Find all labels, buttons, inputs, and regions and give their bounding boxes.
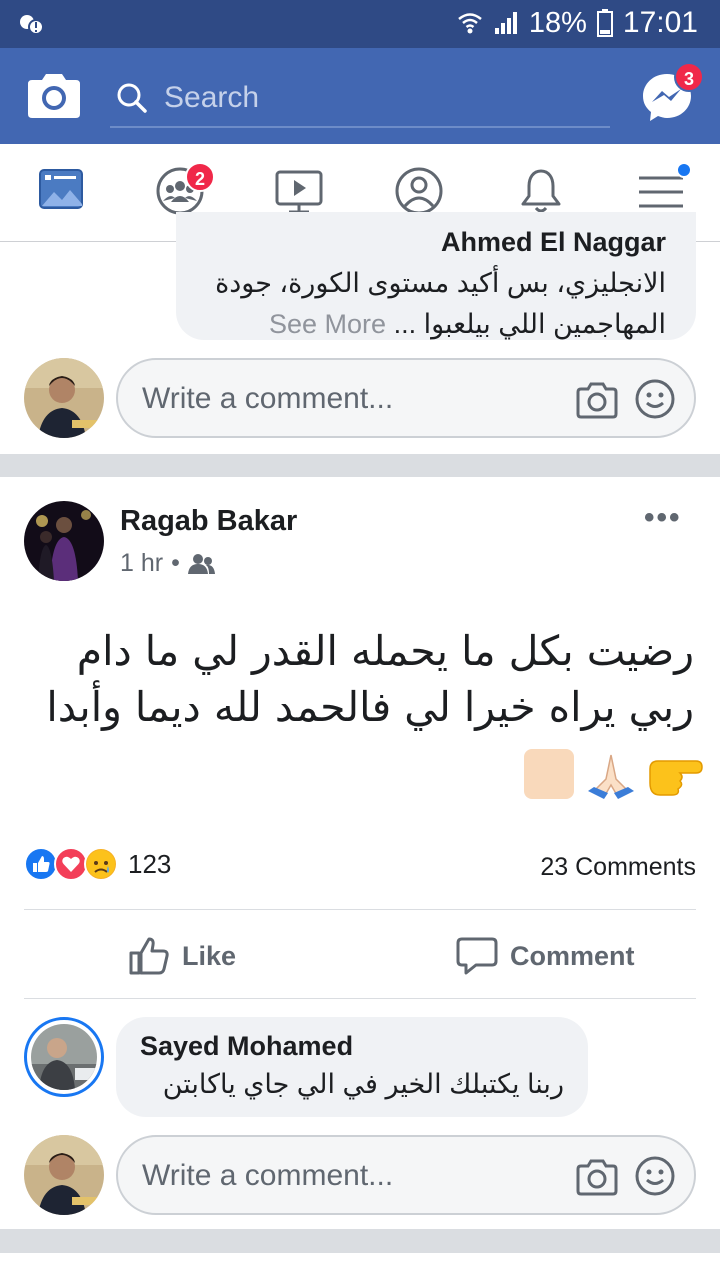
emoji-icon[interactable] xyxy=(634,378,676,420)
like-label: Like xyxy=(182,940,237,971)
commenter-name[interactable]: Sayed Mohamed xyxy=(140,1031,353,1062)
reaction-count: 123 xyxy=(128,848,172,879)
comment-text: ربنا يكتبلك الخير في الي جاي ياكابتن xyxy=(162,1069,564,1099)
like-icon xyxy=(129,937,169,975)
see-more-link[interactable]: See More xyxy=(269,309,386,339)
comment-button[interactable]: Comment xyxy=(456,935,635,977)
status-bar: 18% 17:01 xyxy=(0,0,720,48)
news-feed-icon xyxy=(39,169,83,209)
friends-icon xyxy=(187,553,215,574)
comment-input[interactable]: Write a comment... xyxy=(116,1135,696,1215)
comment-bubble[interactable]: Sayed Mohamed ربنا يكتبلك الخير في الي ج… xyxy=(116,1017,588,1117)
camera-icon xyxy=(28,74,80,118)
meta-dot: • xyxy=(171,549,180,577)
next-post xyxy=(0,1253,720,1280)
bell-icon xyxy=(521,169,561,213)
emoji-icon[interactable] xyxy=(634,1155,676,1197)
post-time[interactable]: 1 hr xyxy=(120,549,163,578)
camera-button[interactable] xyxy=(26,70,82,120)
groups-badge: 2 xyxy=(185,162,215,192)
comment-icon xyxy=(456,937,498,975)
top-bar: 3 xyxy=(0,48,720,144)
signal-icon xyxy=(494,12,517,34)
divider xyxy=(24,998,696,999)
battery-percent: 18% xyxy=(528,6,587,39)
write-comment-row: Write a comment... xyxy=(0,356,720,440)
write-comment-row: Write a comment... xyxy=(0,1133,720,1217)
comment-placeholder: Write a comment... xyxy=(142,382,394,415)
post-options-button[interactable]: ••• xyxy=(644,501,682,535)
clock: 17:01 xyxy=(622,6,698,39)
comment-placeholder: Write a comment... xyxy=(142,1159,394,1192)
divider xyxy=(24,909,696,910)
reactions-summary[interactable]: 123 xyxy=(24,847,171,881)
comment-input[interactable]: Write a comment... xyxy=(116,358,696,438)
camera-icon[interactable] xyxy=(576,1157,618,1197)
comments-count[interactable]: 23 Comments xyxy=(540,853,696,882)
menu-new-dot xyxy=(676,162,692,178)
pointing-hand-emoji xyxy=(649,760,703,796)
profile-icon xyxy=(395,167,443,215)
commenter-avatar[interactable] xyxy=(24,1017,104,1097)
battery-icon xyxy=(596,9,613,37)
camera-icon[interactable] xyxy=(576,380,618,420)
post-card: Ragab Bakar 1 hr • ••• رضيت بكل ما يحمله… xyxy=(0,477,720,1229)
avatar[interactable] xyxy=(24,358,104,438)
author-avatar[interactable] xyxy=(24,501,104,581)
comment-text-line: الانجليزي، بس أكيد مستوى الكورة، جودة xyxy=(215,268,666,298)
like-reaction-icon xyxy=(24,847,58,881)
post-emoji xyxy=(522,747,704,801)
search-input[interactable] xyxy=(164,78,594,118)
previous-post: Ahmed El Naggar الانجليزي، بس أكيد مستوى… xyxy=(0,212,720,454)
comment-text-line: المهاجمين اللي بيلعبوا ... xyxy=(393,309,666,339)
messenger-button[interactable]: 3 xyxy=(640,62,704,124)
avatar[interactable] xyxy=(24,1135,104,1215)
comment-label: Comment xyxy=(510,940,635,971)
post-text: رضيت بكل ما يحمله القدر لي ما دام ربي ير… xyxy=(46,627,694,731)
status-icons: 18% 17:01 xyxy=(457,6,698,40)
wifi-icon xyxy=(458,13,482,34)
facebook-feed: 18% 17:01 Search 3 2 Ahmed El Naggar الا… xyxy=(0,0,720,1280)
square-emoji xyxy=(524,749,574,799)
sad-reaction-icon xyxy=(84,847,118,881)
post-meta: 1 hr • xyxy=(120,549,216,578)
author-name[interactable]: Ragab Bakar xyxy=(120,505,297,538)
watch-icon xyxy=(275,170,323,214)
comment-bubble[interactable]: Ahmed El Naggar الانجليزي، بس أكيد مستوى… xyxy=(176,212,696,340)
like-button[interactable]: Like xyxy=(128,935,236,977)
notification-icon xyxy=(18,12,44,41)
search-icon xyxy=(117,83,147,113)
messenger-badge: 3 xyxy=(674,62,704,92)
search-bar[interactable] xyxy=(110,72,610,128)
folded-hands-emoji xyxy=(588,754,634,799)
tab-news-feed[interactable] xyxy=(38,166,94,222)
love-reaction-icon xyxy=(54,847,88,881)
comment-author-cut: Ahmed El Naggar xyxy=(440,227,666,257)
